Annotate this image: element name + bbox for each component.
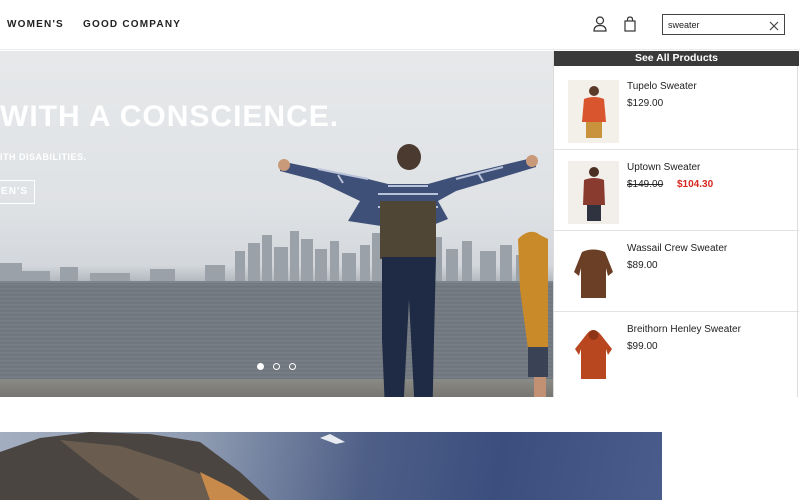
user-icon[interactable]	[592, 15, 608, 33]
person-image	[278, 144, 548, 397]
product-price: $89.00	[627, 260, 658, 271]
carousel-dot-1[interactable]	[257, 363, 264, 370]
product-sale-price: $104.30	[677, 179, 714, 190]
product-name[interactable]: Breithorn Henley Sweater	[627, 324, 741, 335]
nav-womens[interactable]: WOMEN'S	[7, 19, 64, 30]
shopping-bag-icon[interactable]	[622, 15, 638, 33]
hero-cta-button[interactable]: EN'S	[0, 180, 35, 204]
product-name[interactable]: Uptown Sweater	[627, 162, 700, 173]
mountain-banner-image[interactable]	[0, 432, 662, 500]
page: WOMEN'S GOOD COMPANY sweater WITH A CONS…	[0, 0, 800, 500]
product-thumbnail[interactable]	[568, 161, 619, 224]
product-name[interactable]: Tupelo Sweater	[627, 81, 697, 92]
see-all-products-button[interactable]: See All Products	[554, 51, 799, 66]
site-header: WOMEN'S GOOD COMPANY	[0, 0, 800, 50]
product-thumbnail[interactable]	[568, 242, 619, 305]
product-result[interactable]: Uptown Sweater $149.00 $104.30	[554, 151, 799, 231]
carousel-dot-3[interactable]	[289, 363, 296, 370]
hero-headline: WITH A CONSCIENCE.	[0, 100, 340, 133]
product-result[interactable]: Tupelo Sweater $129.00	[554, 70, 799, 150]
nav-good-company[interactable]: GOOD COMPANY	[83, 19, 181, 30]
search-input[interactable]	[668, 17, 766, 32]
search-box[interactable]	[662, 14, 785, 35]
carousel-dot-2[interactable]	[273, 363, 280, 370]
close-icon[interactable]	[768, 19, 780, 31]
product-price: $129.00	[627, 98, 664, 109]
carousel-dots	[257, 363, 301, 373]
product-thumbnail[interactable]	[568, 80, 619, 143]
product-result[interactable]: Breithorn Henley Sweater $99.00	[554, 313, 799, 393]
hero-banner[interactable]: WITH A CONSCIENCE. ITH DISABILITIES. EN'…	[0, 51, 553, 397]
product-original-price: $149.00	[627, 179, 664, 190]
hero-subtext: ITH DISABILITIES.	[0, 152, 87, 162]
search-results-dropdown: See All Products Tupelo Sweater $129.00	[553, 51, 799, 397]
product-result[interactable]: Wassail Crew Sweater $89.00	[554, 232, 799, 312]
product-thumbnail[interactable]	[568, 323, 619, 386]
product-name[interactable]: Wassail Crew Sweater	[627, 243, 727, 254]
mountain-image	[0, 432, 345, 500]
product-price: $99.00	[627, 341, 658, 352]
